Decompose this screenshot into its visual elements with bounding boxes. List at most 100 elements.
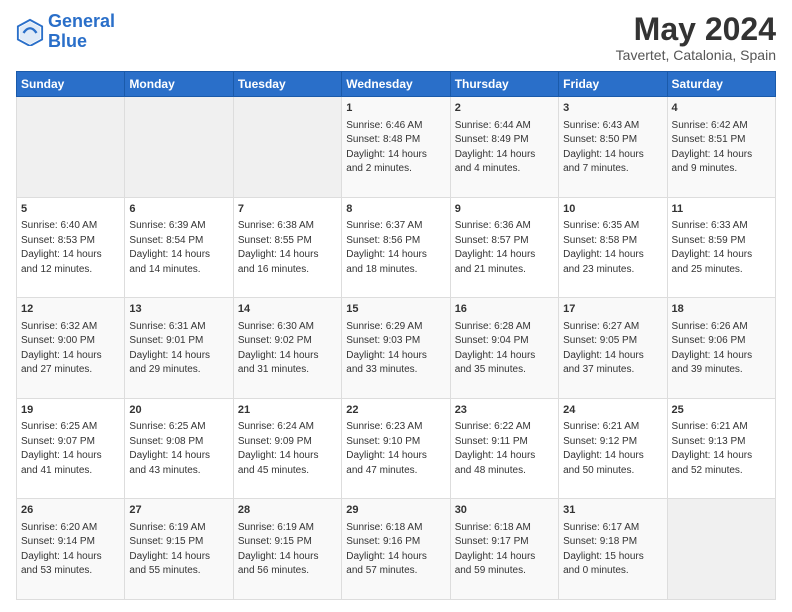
day-number: 28 bbox=[238, 503, 337, 518]
logo: General Blue bbox=[16, 12, 115, 52]
day-info: Sunrise: 6:28 AM Sunset: 9:04 PM Dayligh… bbox=[455, 320, 554, 378]
subtitle: Tavertet, Catalonia, Spain bbox=[616, 47, 776, 63]
calendar-cell: 4Sunrise: 6:42 AM Sunset: 8:51 PM Daylig… bbox=[667, 97, 775, 198]
day-number: 9 bbox=[455, 202, 554, 217]
calendar-cell: 29 Sunrise: 6:18 AM Sunset: 9:16 PM Dayli… bbox=[342, 499, 450, 600]
calendar-cell bbox=[17, 97, 125, 198]
day-number: 31 bbox=[563, 503, 662, 518]
calendar-cell: 11 Sunrise: 6:33 AM Sunset: 8:59 PM Dayli… bbox=[667, 197, 775, 298]
day-info: Sunrise: 6:21 AM Sunset: 9:12 PM Dayligh… bbox=[563, 420, 662, 478]
day-info: Sunrise: 6:26 AM Sunset: 9:06 PM Dayligh… bbox=[672, 320, 771, 378]
calendar-week-5: 26 Sunrise: 6:20 AM Sunset: 9:14 PM Dayli… bbox=[17, 499, 776, 600]
day-info: Sunrise: 6:31 AM Sunset: 9:01 PM Dayligh… bbox=[129, 320, 228, 378]
day-info: Sunrise: 6:27 AM Sunset: 9:05 PM Dayligh… bbox=[563, 320, 662, 378]
calendar-cell: 24 Sunrise: 6:21 AM Sunset: 9:12 PM Dayli… bbox=[559, 398, 667, 499]
day-number: 16 bbox=[455, 302, 554, 317]
calendar-cell: 30 Sunrise: 6:18 AM Sunset: 9:17 PM Dayli… bbox=[450, 499, 558, 600]
calendar-cell: 17 Sunrise: 6:27 AM Sunset: 9:05 PM Dayli… bbox=[559, 298, 667, 399]
calendar-cell: 10 Sunrise: 6:35 AM Sunset: 8:58 PM Dayli… bbox=[559, 197, 667, 298]
day-info: Sunrise: 6:36 AM Sunset: 8:57 PM Dayligh… bbox=[455, 219, 554, 277]
day-info: Sunrise: 6:40 AM Sunset: 8:53 PM Dayligh… bbox=[21, 219, 120, 277]
calendar-cell bbox=[233, 97, 341, 198]
day-info: Sunrise: 6:38 AM Sunset: 8:55 PM Dayligh… bbox=[238, 219, 337, 277]
day-info: Sunrise: 6:21 AM Sunset: 9:13 PM Dayligh… bbox=[672, 420, 771, 478]
col-header-friday: Friday bbox=[559, 72, 667, 97]
day-info: Sunrise: 6:30 AM Sunset: 9:02 PM Dayligh… bbox=[238, 320, 337, 378]
title-block: May 2024 Tavertet, Catalonia, Spain bbox=[616, 12, 776, 63]
day-number: 11 bbox=[672, 202, 771, 217]
day-number: 13 bbox=[129, 302, 228, 317]
day-number: 15 bbox=[346, 302, 445, 317]
day-info: Sunrise: 6:29 AM Sunset: 9:03 PM Dayligh… bbox=[346, 320, 445, 378]
calendar-cell: 13 Sunrise: 6:31 AM Sunset: 9:01 PM Dayli… bbox=[125, 298, 233, 399]
day-number: 8 bbox=[346, 202, 445, 217]
day-number: 19 bbox=[21, 403, 120, 418]
calendar-cell: 16 Sunrise: 6:28 AM Sunset: 9:04 PM Dayli… bbox=[450, 298, 558, 399]
logo-general: General bbox=[48, 11, 115, 31]
calendar-week-3: 12 Sunrise: 6:32 AM Sunset: 9:00 PM Dayli… bbox=[17, 298, 776, 399]
calendar-cell: 23 Sunrise: 6:22 AM Sunset: 9:11 PM Dayli… bbox=[450, 398, 558, 499]
calendar-cell: 26 Sunrise: 6:20 AM Sunset: 9:14 PM Dayli… bbox=[17, 499, 125, 600]
day-number: 1 bbox=[346, 101, 445, 116]
day-number: 7 bbox=[238, 202, 337, 217]
col-header-monday: Monday bbox=[125, 72, 233, 97]
main-title: May 2024 bbox=[616, 12, 776, 47]
col-header-sunday: Sunday bbox=[17, 72, 125, 97]
calendar-cell: 7 Sunrise: 6:38 AM Sunset: 8:55 PM Daylig… bbox=[233, 197, 341, 298]
logo-blue: Blue bbox=[48, 31, 87, 51]
calendar-cell: 18 Sunrise: 6:26 AM Sunset: 9:06 PM Dayli… bbox=[667, 298, 775, 399]
day-number: 25 bbox=[672, 403, 771, 418]
calendar-cell: 6Sunrise: 6:39 AM Sunset: 8:54 PM Daylig… bbox=[125, 197, 233, 298]
day-info: Sunrise: 6:25 AM Sunset: 9:08 PM Dayligh… bbox=[129, 420, 228, 478]
calendar-cell: 22 Sunrise: 6:23 AM Sunset: 9:10 PM Dayli… bbox=[342, 398, 450, 499]
day-info: Sunrise: 6:44 AM Sunset: 8:49 PM Dayligh… bbox=[455, 119, 554, 177]
day-number: 22 bbox=[346, 403, 445, 418]
day-number: 2 bbox=[455, 101, 554, 116]
day-number: 17 bbox=[563, 302, 662, 317]
col-header-thursday: Thursday bbox=[450, 72, 558, 97]
day-number: 30 bbox=[455, 503, 554, 518]
day-number: 24 bbox=[563, 403, 662, 418]
calendar-cell: 20 Sunrise: 6:25 AM Sunset: 9:08 PM Dayli… bbox=[125, 398, 233, 499]
calendar-table: SundayMondayTuesdayWednesdayThursdayFrid… bbox=[16, 71, 776, 600]
calendar-week-2: 5 Sunrise: 6:40 AM Sunset: 8:53 PM Daylig… bbox=[17, 197, 776, 298]
calendar-cell: 31 Sunrise: 6:17 AM Sunset: 9:18 PM Dayli… bbox=[559, 499, 667, 600]
col-header-wednesday: Wednesday bbox=[342, 72, 450, 97]
day-number: 23 bbox=[455, 403, 554, 418]
calendar-header-row: SundayMondayTuesdayWednesdayThursdayFrid… bbox=[17, 72, 776, 97]
day-number: 5 bbox=[21, 202, 120, 217]
col-header-saturday: Saturday bbox=[667, 72, 775, 97]
logo-icon bbox=[16, 18, 44, 46]
day-info: Sunrise: 6:32 AM Sunset: 9:00 PM Dayligh… bbox=[21, 320, 120, 378]
day-number: 4 bbox=[672, 101, 771, 116]
day-number: 26 bbox=[21, 503, 120, 518]
day-number: 14 bbox=[238, 302, 337, 317]
page: General Blue May 2024 Tavertet, Cataloni… bbox=[0, 0, 792, 612]
calendar-week-1: 1 Sunrise: 6:46 AM Sunset: 8:48 PM Daylig… bbox=[17, 97, 776, 198]
day-info: Sunrise: 6:35 AM Sunset: 8:58 PM Dayligh… bbox=[563, 219, 662, 277]
day-number: 12 bbox=[21, 302, 120, 317]
calendar-cell: 19 Sunrise: 6:25 AM Sunset: 9:07 PM Dayli… bbox=[17, 398, 125, 499]
day-info: Sunrise: 6:18 AM Sunset: 9:16 PM Dayligh… bbox=[346, 521, 445, 579]
day-info: Sunrise: 6:19 AM Sunset: 9:15 PM Dayligh… bbox=[129, 521, 228, 579]
day-info: Sunrise: 6:20 AM Sunset: 9:14 PM Dayligh… bbox=[21, 521, 120, 579]
calendar-cell: 2 Sunrise: 6:44 AM Sunset: 8:49 PM Daylig… bbox=[450, 97, 558, 198]
col-header-tuesday: Tuesday bbox=[233, 72, 341, 97]
day-info: Sunrise: 6:23 AM Sunset: 9:10 PM Dayligh… bbox=[346, 420, 445, 478]
day-number: 29 bbox=[346, 503, 445, 518]
day-info: Sunrise: 6:33 AM Sunset: 8:59 PM Dayligh… bbox=[672, 219, 771, 277]
day-info: Sunrise: 6:25 AM Sunset: 9:07 PM Dayligh… bbox=[21, 420, 120, 478]
day-number: 10 bbox=[563, 202, 662, 217]
header: General Blue May 2024 Tavertet, Cataloni… bbox=[16, 12, 776, 63]
day-number: 18 bbox=[672, 302, 771, 317]
calendar-cell: 25 Sunrise: 6:21 AM Sunset: 9:13 PM Dayli… bbox=[667, 398, 775, 499]
day-info: Sunrise: 6:18 AM Sunset: 9:17 PM Dayligh… bbox=[455, 521, 554, 579]
calendar-cell: 5 Sunrise: 6:40 AM Sunset: 8:53 PM Daylig… bbox=[17, 197, 125, 298]
day-info: Sunrise: 6:46 AM Sunset: 8:48 PM Dayligh… bbox=[346, 119, 445, 177]
calendar-cell: 14 Sunrise: 6:30 AM Sunset: 9:02 PM Dayli… bbox=[233, 298, 341, 399]
calendar-cell: 12 Sunrise: 6:32 AM Sunset: 9:00 PM Dayli… bbox=[17, 298, 125, 399]
calendar-week-4: 19 Sunrise: 6:25 AM Sunset: 9:07 PM Dayli… bbox=[17, 398, 776, 499]
day-number: 20 bbox=[129, 403, 228, 418]
day-info: Sunrise: 6:22 AM Sunset: 9:11 PM Dayligh… bbox=[455, 420, 554, 478]
day-info: Sunrise: 6:17 AM Sunset: 9:18 PM Dayligh… bbox=[563, 521, 662, 579]
